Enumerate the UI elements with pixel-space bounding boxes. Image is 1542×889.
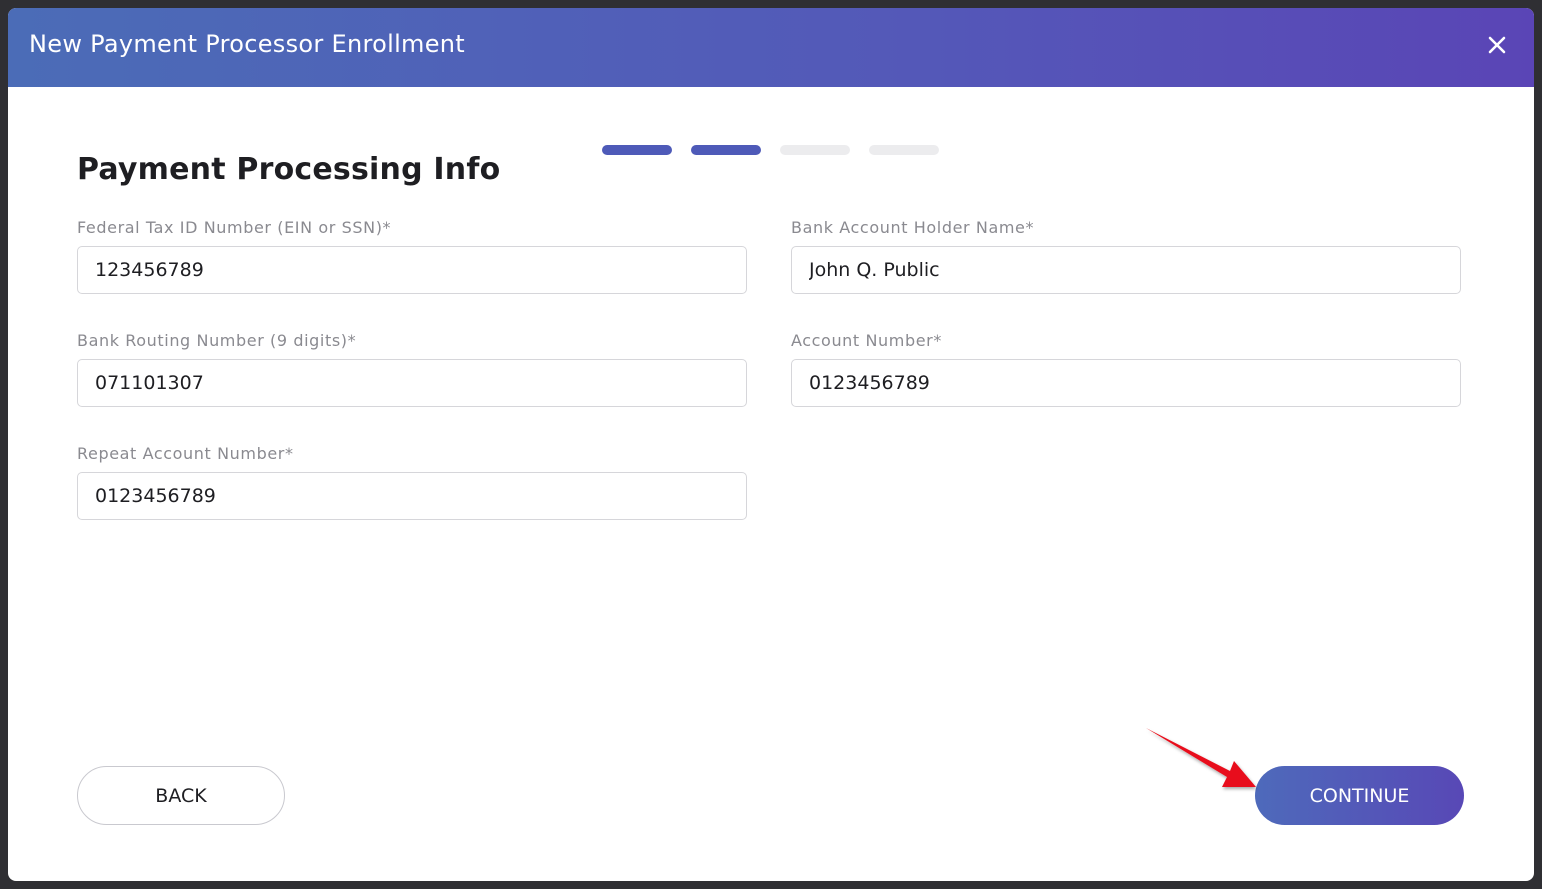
step-indicator-3	[780, 145, 850, 155]
step-indicator-1	[602, 145, 672, 155]
red-arrow-icon	[1146, 728, 1256, 787]
account-number-label: Account Number*	[791, 331, 942, 350]
step-indicator-4	[869, 145, 939, 155]
account-holder-name-label: Bank Account Holder Name*	[791, 218, 1035, 237]
back-button[interactable]: BACK	[77, 766, 285, 825]
federal-tax-id-label: Federal Tax ID Number (EIN or SSN)*	[77, 218, 392, 237]
routing-number-label: Bank Routing Number (9 digits)*	[77, 331, 357, 350]
close-icon	[1488, 36, 1506, 54]
progress-stepper	[602, 145, 939, 155]
section-title: Payment Processing Info	[77, 152, 501, 187]
account-number-input[interactable]	[791, 359, 1461, 407]
step-indicator-2	[691, 145, 761, 155]
account-holder-name-input[interactable]	[791, 246, 1461, 294]
enrollment-modal: New Payment Processor Enrollment Payment…	[8, 8, 1534, 881]
routing-number-input[interactable]	[77, 359, 747, 407]
repeat-account-number-input[interactable]	[77, 472, 747, 520]
modal-title: New Payment Processor Enrollment	[29, 30, 465, 58]
close-button[interactable]	[1484, 32, 1510, 58]
continue-button[interactable]: CONTINUE	[1255, 766, 1464, 825]
modal-header: New Payment Processor Enrollment	[8, 8, 1534, 87]
repeat-account-number-label: Repeat Account Number*	[77, 444, 294, 463]
federal-tax-id-input[interactable]	[77, 246, 747, 294]
